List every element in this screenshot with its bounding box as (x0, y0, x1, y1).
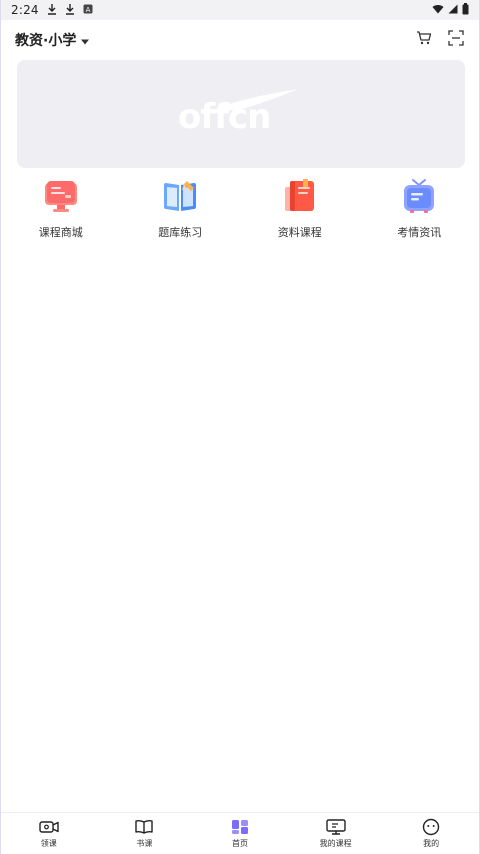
home-grid-icon (230, 818, 250, 836)
bottom-nav: 领课 书课 首页 我的课程 我的 (1, 812, 479, 854)
logo-text: offcn (178, 97, 271, 137)
download-icon (65, 3, 75, 18)
nav-label: 首页 (231, 839, 248, 848)
smile-icon (421, 818, 441, 836)
nav-item-my-courses[interactable]: 我的课程 (288, 813, 384, 854)
quick-menu-label: 资料课程 (277, 226, 322, 239)
quick-menu-materials[interactable]: 资料课程 (240, 176, 360, 240)
caret-down-icon (80, 31, 90, 50)
quick-menu-question-bank[interactable]: 题库练习 (121, 176, 241, 240)
offcn-logo: offcn (176, 87, 306, 141)
status-left: 2:24 A (11, 3, 93, 18)
video-icon (39, 818, 59, 836)
status-time: 2:24 (11, 3, 39, 17)
quick-menu: 课程商城 题库练习 资料课程 考情资讯 (1, 176, 479, 240)
nav-item-lingke[interactable]: 领课 (1, 813, 97, 854)
course-mall-icon (41, 176, 81, 216)
quick-menu-exam-news[interactable]: 考情资讯 (360, 176, 480, 240)
question-bank-icon (160, 176, 200, 216)
scan-button[interactable] (447, 30, 465, 50)
page-title: 教资·小学 (15, 33, 77, 49)
cart-icon (416, 30, 432, 50)
quick-menu-label: 课程商城 (38, 226, 83, 239)
materials-icon (280, 176, 320, 216)
signal-icon (448, 3, 458, 17)
nav-label: 我的课程 (319, 839, 352, 848)
nav-item-shuke[interactable]: 书课 (97, 813, 193, 854)
exam-news-icon (399, 176, 439, 216)
quick-menu-course-mall[interactable]: 课程商城 (1, 176, 121, 240)
wifi-icon (432, 3, 444, 17)
battery-icon (462, 2, 469, 18)
nav-label: 我的 (423, 839, 440, 848)
scan-icon (448, 30, 464, 50)
top-header: 教资·小学 (1, 20, 479, 60)
nav-label: 书课 (136, 839, 153, 848)
header-actions (415, 30, 465, 50)
nav-label: 领课 (40, 839, 57, 848)
status-right (432, 2, 469, 18)
quick-menu-label: 题库练习 (158, 226, 203, 239)
book-icon (134, 818, 154, 836)
status-bar: 2:24 A (1, 0, 479, 20)
nav-item-home[interactable]: 首页 (192, 813, 288, 854)
monitor-icon (325, 818, 346, 836)
notification-a-icon: A (83, 3, 93, 17)
banner-carousel[interactable]: offcn (17, 60, 465, 168)
app-screen: 2:24 A 教资·小学 offcn 课程商城 题库练习 资料课程 考情资讯 领… (0, 0, 480, 854)
download-icon (47, 3, 57, 18)
cart-button[interactable] (415, 31, 433, 49)
nav-item-mine[interactable]: 我的 (383, 813, 479, 854)
svg-text:A: A (85, 6, 90, 14)
exam-category-selector[interactable]: 教资·小学 (15, 30, 90, 50)
quick-menu-label: 考情资讯 (397, 226, 442, 239)
